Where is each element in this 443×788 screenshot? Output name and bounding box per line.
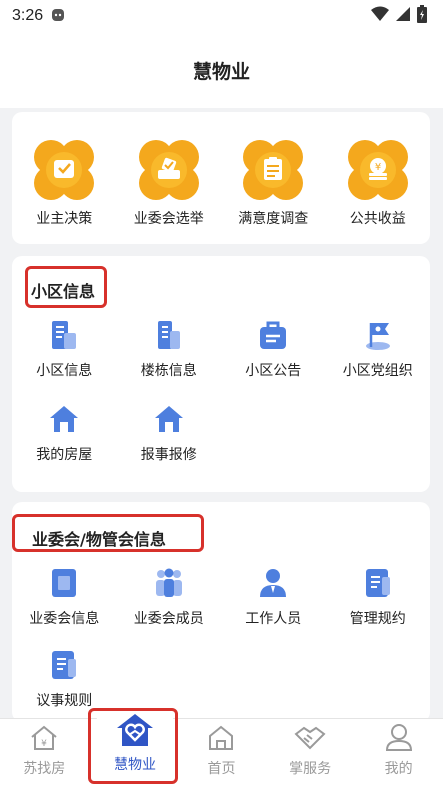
decision-label: 满意度调查 [238,211,309,227]
committee-label: 业委会成员 [133,611,204,627]
community-label: 小区信息 [36,363,93,379]
coin-stack-icon: ¥ [347,140,408,200]
committee-label: 管理规约 [349,611,406,627]
party-flag-icon [361,318,395,352]
highlight-box [88,708,178,784]
vote-card-icon [34,140,95,200]
committee-label: 工作人员 [245,611,302,627]
highlight-box [25,266,107,308]
staff-icon [256,566,290,600]
status-time: 3:26 [12,7,44,24]
committee-item-rules[interactable]: 管理规约 [326,566,431,628]
community-item-repair[interactable]: 报事报修 [117,402,222,464]
signal-icon [395,6,411,26]
community-label: 小区公告 [245,363,302,379]
community-item-info[interactable]: 小区信息 [12,318,117,380]
community-label: 小区党组织 [342,363,413,379]
tab-find-house[interactable]: ¥ 苏找房 [0,719,89,788]
tab-label: 掌服务 [289,761,332,777]
info-doc-icon [47,566,81,600]
repair-house-icon [152,402,186,436]
decision-item-owner-decision[interactable]: 业主决策 [12,140,117,228]
community-item-notice[interactable]: 小区公告 [221,318,326,380]
ballot-box-icon [138,140,199,200]
committee-label: 业委会信息 [29,611,100,627]
bottom-tab-bar: ¥ 苏找房 . 首页 掌服务 我的 [0,718,443,788]
decision-label: 业委会选举 [133,211,204,227]
decision-item-public-income[interactable]: ¥ 公共收益 [326,140,431,228]
survey-clipboard-icon [243,140,304,200]
svg-text:¥: ¥ [375,162,381,173]
rules-doc-icon [361,566,395,600]
community-item-my-house[interactable]: 我的房屋 [12,402,117,464]
community-card: 小区信息 小区信息 楼栋信息 小区公告 小区党组织 我的房屋 报事报修 [12,256,430,492]
notification-icon [51,7,65,26]
house-yen-icon: ¥ [29,724,59,756]
battery-icon [417,5,427,27]
community-item-party[interactable]: 小区党组织 [326,318,431,380]
procedure-doc-icon [47,648,81,682]
committee-label: 议事规则 [36,693,93,709]
decision-label: 公共收益 [349,211,406,227]
decision-item-election[interactable]: 业委会选举 [117,140,222,228]
tab-label: 首页 [207,761,236,777]
committee-item-info[interactable]: 业委会信息 [12,566,117,628]
members-icon [152,566,186,600]
community-label: 报事报修 [140,447,197,463]
svg-text:¥: ¥ [41,739,47,749]
community-label: 楼栋信息 [140,363,197,379]
committee-item-staff[interactable]: 工作人员 [221,566,326,628]
tab-home[interactable]: 首页 [177,719,266,788]
status-bar: 3:26 [0,0,443,32]
tab-label: 我的 [384,761,413,777]
highlight-box [12,514,204,552]
notice-bag-icon [256,318,290,352]
building-icon [47,318,81,352]
app-bar: 慧物业 [0,32,443,108]
home-icon [206,724,236,756]
decision-label: 业主决策 [36,211,93,227]
handshake-icon [294,724,326,756]
committee-card: 业委会/物管会信息 业委会信息 业委会成员 工作人员 管理规约 议事规则 [12,502,430,722]
tab-label: 苏找房 [23,761,66,777]
tower-icon [152,318,186,352]
tab-mine[interactable]: 我的 [354,719,443,788]
decision-card: 业主决策 业委会选举 满意度调查 ¥ 公共收益 [12,112,430,244]
committee-item-procedure[interactable]: 议事规则 [12,648,117,710]
person-icon [384,722,414,756]
page-title: 慧物业 [192,60,250,83]
my-house-icon [47,402,81,436]
wifi-icon [371,6,389,26]
community-item-building[interactable]: 楼栋信息 [117,318,222,380]
decision-item-survey[interactable]: 满意度调查 [221,140,326,228]
community-label: 我的房屋 [36,447,93,463]
committee-item-members[interactable]: 业委会成员 [117,566,222,628]
tab-services[interactable]: 掌服务 [266,719,355,788]
